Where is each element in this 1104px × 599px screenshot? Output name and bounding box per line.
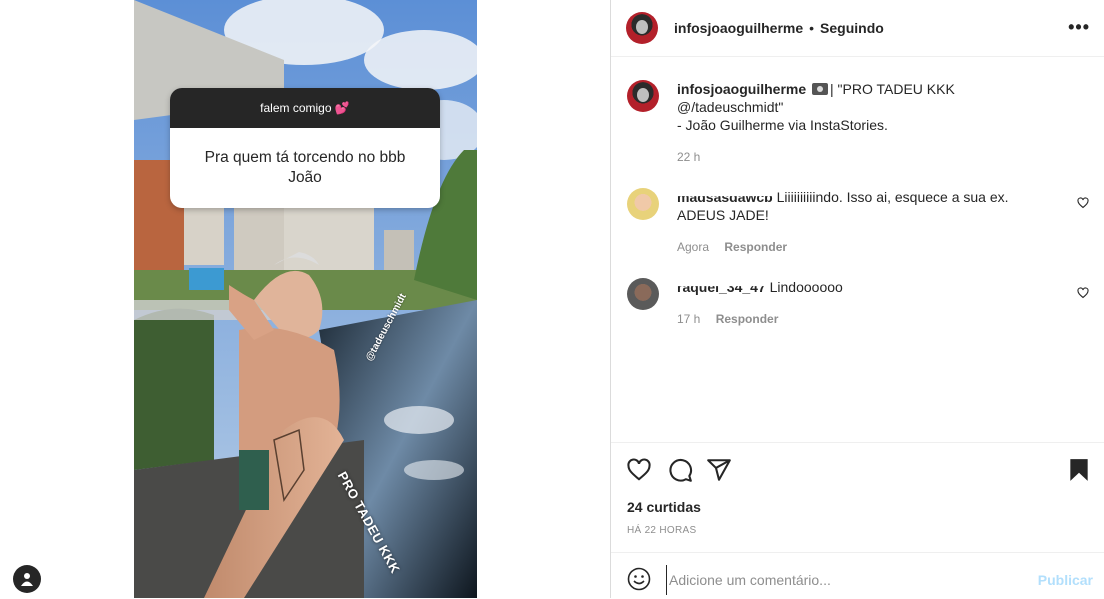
share-icon[interactable] [706, 457, 732, 483]
profile-icon[interactable] [13, 565, 41, 593]
reply-button[interactable]: Responder [724, 240, 787, 254]
author-username[interactable]: infosjoaoguilherme [674, 20, 803, 36]
question-sticker-text: Pra quem tá torcendo no bbb João [170, 128, 440, 208]
caption-line-3: - João Guilherme via InstaStories. [677, 117, 888, 133]
commenter-avatar[interactable] [627, 188, 659, 220]
camera-emoji-icon [812, 83, 829, 95]
caption-text: infosjoaoguilherme | "PRO TADEU KKK @/ta… [677, 80, 1017, 134]
person-glyph [21, 573, 33, 586]
likes-count[interactable]: 24 curtidas [627, 499, 701, 515]
heart-icon[interactable] [626, 457, 652, 483]
emoji-icon[interactable] [627, 567, 651, 591]
author-avatar[interactable] [626, 12, 658, 44]
comment-text: madsasdawcb Liiiiiiiiiindo. Isso ai, esq… [677, 188, 1049, 224]
comment-like-heart-icon[interactable] [1077, 287, 1089, 299]
comment-body: Lindoooooo [769, 279, 843, 295]
caption-line-1: | "PRO TADEU KKK [830, 81, 955, 97]
caption-line-2[interactable]: @/tadeuschmidt" [677, 99, 783, 115]
publish-button[interactable]: Publicar [1038, 572, 1093, 588]
comment-like-heart-icon[interactable] [1077, 197, 1089, 209]
comment-input[interactable] [666, 565, 1031, 595]
more-options-icon[interactable]: ••• [1068, 18, 1090, 36]
post-header: infosjoaoguilherme • Seguindo ••• [611, 0, 1104, 57]
commenter-avatar[interactable] [627, 278, 659, 310]
comment-meta: 17 h Responder [677, 312, 778, 326]
post-media-pane: falem comigo 💕 Pra quem tá torcendo no b… [0, 0, 610, 598]
comment-username[interactable]: raquel_34_47 [677, 286, 766, 296]
story-photo[interactable]: falem comigo 💕 Pra quem tá torcendo no b… [134, 0, 477, 598]
reply-button[interactable]: Responder [716, 312, 779, 326]
comment-meta: Agora Responder [677, 240, 787, 254]
following-button[interactable]: Seguindo [820, 20, 884, 36]
comment-username[interactable]: madsasdawcb [677, 196, 773, 206]
comment-time[interactable]: 17 h [677, 312, 700, 326]
post-timestamp[interactable]: HÁ 22 HORAS [627, 525, 696, 536]
caption-author-avatar[interactable] [627, 80, 659, 112]
comment-body: Liiiiiiiiiindo. Isso ai, esquece a sua e… [677, 189, 1009, 223]
question-sticker: falem comigo 💕 Pra quem tá torcendo no b… [170, 88, 440, 208]
question-sticker-header: falem comigo 💕 [170, 88, 440, 128]
bookmark-icon[interactable] [1066, 457, 1092, 483]
add-comment-bar: Publicar [611, 552, 1104, 599]
comment-text: raquel_34_47 Lindoooooo [677, 278, 1049, 296]
post-actions: 24 curtidas HÁ 22 HORAS [611, 442, 1104, 553]
header-separator: • [809, 20, 815, 36]
comment-time[interactable]: Agora [677, 240, 709, 254]
comment-icon[interactable] [667, 457, 693, 483]
caption-username[interactable]: infosjoaoguilherme [677, 81, 806, 97]
caption-time[interactable]: 22 h [677, 150, 700, 164]
